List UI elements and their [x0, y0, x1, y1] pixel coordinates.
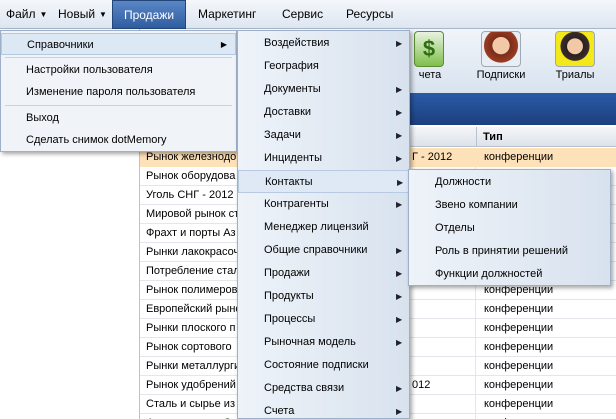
chevron-right-icon: ▶: [396, 200, 403, 209]
chevron-right-icon: ▶: [396, 85, 403, 94]
section-header-band: [406, 93, 616, 125]
menu-sales[interactable]: Продажи: [112, 0, 186, 29]
column-header-type[interactable]: Тип: [476, 127, 616, 147]
menu-marketing[interactable]: Маркетинг: [198, 0, 256, 29]
submenu-item[interactable]: География: [238, 55, 409, 78]
submenu-item[interactable]: Контакты ▶: [238, 170, 409, 193]
submenu-item[interactable]: Отделы: [409, 217, 610, 240]
chevron-right-icon: ▶: [396, 292, 403, 301]
menu-item-user-settings[interactable]: Настройки пользователя: [1, 59, 236, 81]
contacts-submenu: Должности Звено компании Отделы Роль в прин…: [408, 169, 611, 286]
menu-separator: [5, 105, 232, 106]
submenu-item[interactable]: Должности: [409, 171, 610, 194]
submenu-item[interactable]: Средства связи ▶: [238, 377, 409, 400]
submenu-item[interactable]: Контрагенты ▶: [238, 193, 409, 216]
cell-type: конференции: [484, 360, 554, 372]
invoice-icon: $: [414, 31, 444, 67]
submenu-item[interactable]: Продажи ▶: [238, 262, 409, 285]
submenu-item[interactable]: Общие справочники ▶: [238, 239, 409, 262]
chevron-right-icon: ▶: [396, 407, 403, 416]
submenu-item[interactable]: Роль в принятии решений: [409, 240, 610, 263]
chevron-down-icon: ▼: [39, 10, 48, 19]
chevron-right-icon: ▶: [396, 338, 403, 347]
chevron-down-icon: ▼: [99, 10, 107, 19]
menu-item-directories[interactable]: Справочники ▶: [1, 33, 236, 55]
menu-file[interactable]: Файл ▼: [6, 0, 47, 29]
submenu-item[interactable]: Рыночная модель ▶: [238, 331, 409, 354]
chevron-right-icon: ▶: [396, 108, 403, 117]
menu-service[interactable]: Сервис: [282, 0, 323, 29]
chevron-right-icon: ▶: [396, 269, 403, 278]
menu-separator: [5, 57, 232, 58]
subscriptions-button[interactable]: Подписки: [466, 31, 536, 91]
chevron-right-icon: ▶: [396, 39, 403, 48]
submenu-item[interactable]: Доставки ▶: [238, 101, 409, 124]
submenu-item[interactable]: Воздействия ▶: [238, 32, 409, 55]
cell-type: конференции: [476, 414, 616, 419]
submenu-item[interactable]: Функции должностей: [409, 263, 610, 286]
cell-type: конференции: [484, 322, 554, 334]
cell-type: конференции: [484, 398, 554, 410]
chevron-right-icon: ▶: [396, 384, 403, 393]
chevron-right-icon: ▶: [396, 131, 403, 140]
subscription-icon: [481, 31, 521, 67]
submenu-item[interactable]: Документы ▶: [238, 78, 409, 101]
submenu-item[interactable]: Задачи ▶: [238, 124, 409, 147]
cell-type: конференции: [484, 379, 554, 391]
ribbon-toolbar: $ чета Подписки Триалы: [406, 29, 616, 93]
menu-new[interactable]: Новый ▼: [58, 0, 107, 29]
cell-type: конференции: [476, 148, 616, 167]
cell-type: конференции: [484, 303, 554, 315]
chevron-right-icon: ▶: [396, 315, 403, 324]
submenu-item[interactable]: Менеджер лицензий: [238, 216, 409, 239]
cell-name-tail: Г - 2012: [412, 151, 453, 163]
sales-dropdown-menu: Справочники ▶ Настройки пользователя Изм…: [0, 30, 237, 152]
submenu-item[interactable]: Счета ▶: [238, 400, 409, 419]
main-menubar: Файл ▼ Новый ▼ Продажи Маркетинг Сервис Ре…: [0, 0, 616, 29]
chevron-right-icon: ▶: [396, 246, 403, 255]
cell-name-tail: 012: [412, 379, 431, 391]
directories-submenu: Воздействия ▶ География Документы ▶ Доставки ▶…: [237, 30, 410, 419]
submenu-item[interactable]: Состояние подписки: [238, 354, 409, 377]
menu-item-exit[interactable]: Выход: [1, 107, 236, 129]
submenu-item[interactable]: Инциденты ▶: [238, 147, 409, 170]
menu-item-change-password[interactable]: Изменение пароля пользователя: [1, 81, 236, 103]
menu-item-dotmemory-snapshot[interactable]: Сделать снимок dotMemory: [1, 129, 236, 151]
chevron-right-icon: ▶: [396, 154, 403, 163]
chevron-right-icon: ▶: [397, 178, 404, 187]
submenu-item[interactable]: Процессы ▶: [238, 308, 409, 331]
submenu-item[interactable]: Продукты ▶: [238, 285, 409, 308]
cell-type: конференции: [484, 341, 554, 353]
trials-button[interactable]: Триалы: [540, 31, 610, 91]
submenu-item[interactable]: Звено компании: [409, 194, 610, 217]
trial-icon: [555, 31, 595, 67]
chevron-right-icon: ▶: [220, 40, 227, 49]
menu-resources[interactable]: Ресурсы: [346, 0, 393, 29]
